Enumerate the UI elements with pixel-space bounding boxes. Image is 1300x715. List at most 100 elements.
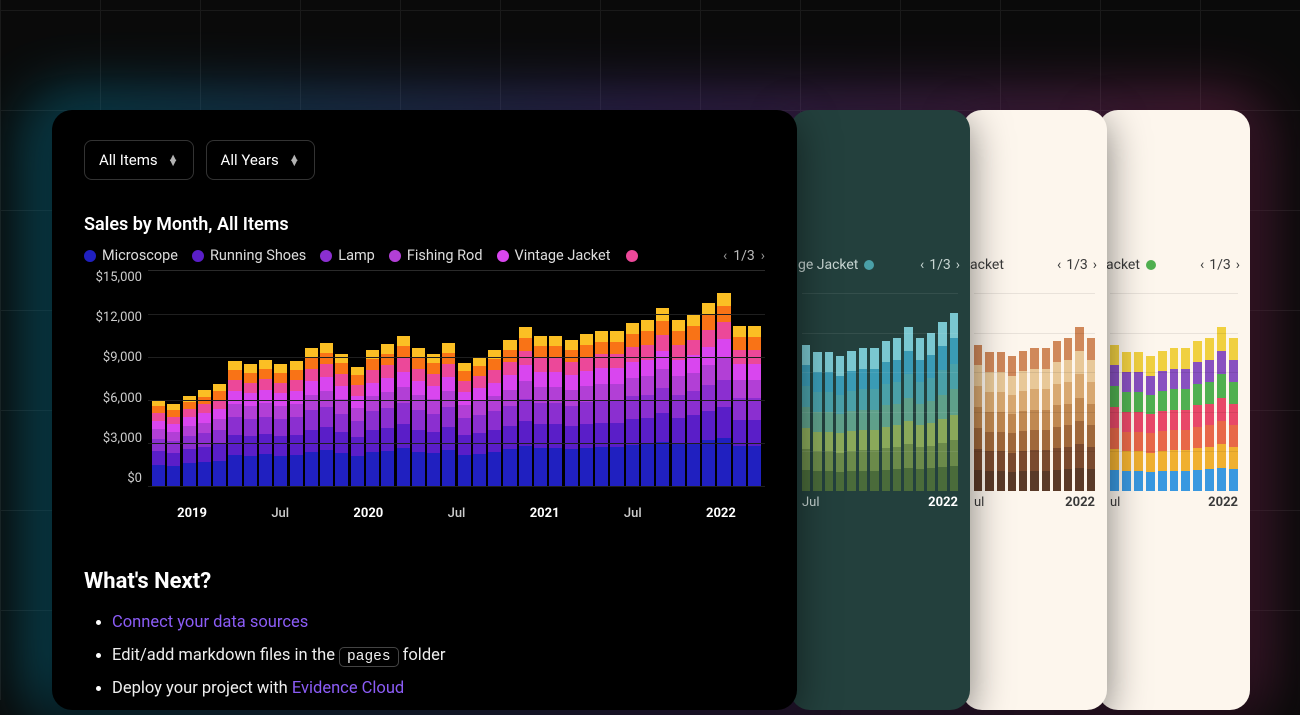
bar[interactable] <box>836 356 844 491</box>
bar-segment <box>366 396 379 411</box>
bar[interactable] <box>916 338 924 491</box>
mini-legend: ge Jacket ‹ 1/3 › <box>790 110 970 273</box>
bar-segment <box>198 462 211 486</box>
pager-next-icon[interactable]: › <box>956 257 960 273</box>
legend-item[interactable]: Running Shoes <box>192 247 306 264</box>
bar-segment <box>717 380 730 407</box>
bar[interactable] <box>335 354 348 486</box>
evidence-cloud-link[interactable]: Evidence Cloud <box>292 679 404 698</box>
bar[interactable] <box>859 348 867 491</box>
bar[interactable] <box>1110 344 1119 491</box>
bar[interactable] <box>813 352 821 491</box>
pager-next-icon[interactable]: › <box>761 248 765 264</box>
bar[interactable] <box>503 340 516 486</box>
filter-items-dropdown[interactable]: All Items ▲▼ <box>84 140 194 180</box>
bar[interactable] <box>534 336 547 487</box>
bar[interactable] <box>610 331 623 486</box>
bar[interactable] <box>320 343 333 486</box>
bar[interactable] <box>412 348 425 486</box>
bar-segment <box>580 357 593 371</box>
bar[interactable] <box>1075 327 1083 491</box>
bar[interactable] <box>870 348 878 491</box>
legend-item[interactable]: Microscope <box>84 247 178 264</box>
bar[interactable] <box>1087 338 1095 491</box>
legend-label: Microscope <box>102 247 178 264</box>
bar[interactable] <box>1064 338 1072 491</box>
pager-next-icon[interactable]: › <box>1093 257 1097 273</box>
bar[interactable] <box>672 320 685 486</box>
bar[interactable] <box>985 352 993 491</box>
bar[interactable] <box>1193 341 1202 491</box>
bar[interactable] <box>717 293 730 487</box>
bar[interactable] <box>1229 338 1238 491</box>
bar[interactable] <box>351 367 364 486</box>
bar[interactable] <box>1053 341 1061 491</box>
bar[interactable] <box>641 320 654 486</box>
legend-dot-icon <box>497 250 509 262</box>
connect-data-link[interactable]: Connect your data sources <box>112 613 308 632</box>
bar-segment <box>565 350 578 362</box>
legend-item[interactable]: Lamp <box>320 247 375 264</box>
bar[interactable] <box>473 357 486 486</box>
bar[interactable] <box>974 344 982 491</box>
bar[interactable] <box>802 344 810 491</box>
filter-years-dropdown[interactable]: All Years ▲▼ <box>206 140 315 180</box>
bar[interactable] <box>290 361 303 486</box>
bar-segment <box>610 401 623 423</box>
bar[interactable] <box>893 338 901 491</box>
pager-prev-icon[interactable]: ‹ <box>1200 257 1204 273</box>
bar[interactable] <box>198 390 211 486</box>
bar[interactable] <box>1181 348 1190 491</box>
bar[interactable] <box>442 343 455 486</box>
bar[interactable] <box>1042 348 1050 491</box>
bar-segment <box>549 336 562 347</box>
bar[interactable] <box>1030 348 1038 491</box>
bar-segment <box>733 337 746 350</box>
bar[interactable] <box>565 340 578 486</box>
bar[interactable] <box>733 325 746 486</box>
bar[interactable] <box>366 350 379 486</box>
bar[interactable] <box>274 364 287 486</box>
bar[interactable] <box>183 396 196 486</box>
bar[interactable] <box>1134 352 1143 491</box>
bar[interactable] <box>244 364 257 486</box>
pager-label: 1/3 <box>929 257 951 273</box>
bar[interactable] <box>904 327 912 491</box>
bar[interactable] <box>549 336 562 487</box>
bar[interactable] <box>259 360 272 486</box>
bar[interactable] <box>997 352 1005 491</box>
bar[interactable] <box>702 303 715 486</box>
bar[interactable] <box>882 341 890 491</box>
pager-prev-icon[interactable]: ‹ <box>920 257 924 273</box>
bar[interactable] <box>938 322 946 491</box>
bar[interactable] <box>748 325 761 486</box>
bar[interactable] <box>1146 356 1155 491</box>
bar[interactable] <box>397 336 410 487</box>
bar[interactable] <box>519 327 532 486</box>
bar[interactable] <box>458 363 471 486</box>
bar[interactable] <box>1122 352 1131 491</box>
bar[interactable] <box>595 331 608 486</box>
bar[interactable] <box>950 313 958 491</box>
bar[interactable] <box>228 361 241 486</box>
bar[interactable] <box>305 348 318 486</box>
bar[interactable] <box>1170 348 1179 491</box>
pager-next-icon[interactable]: › <box>1236 257 1240 273</box>
pager-prev-icon[interactable]: ‹ <box>1057 257 1061 273</box>
legend-item[interactable]: Vintage Jacket <box>497 247 611 264</box>
bar[interactable] <box>167 404 180 486</box>
bar[interactable] <box>656 308 669 486</box>
pager-prev-icon[interactable]: ‹ <box>723 248 727 264</box>
bar-segment <box>534 403 547 424</box>
bar-segment <box>687 314 700 326</box>
bar[interactable] <box>1205 338 1214 491</box>
legend-item[interactable]: Fishing Rod <box>389 247 483 264</box>
bar[interactable] <box>825 352 833 491</box>
bar[interactable] <box>427 354 440 486</box>
bar[interactable] <box>381 344 394 486</box>
bar[interactable] <box>488 350 501 486</box>
bar-segment <box>519 365 532 381</box>
bar[interactable] <box>1008 356 1016 491</box>
bar[interactable] <box>1217 327 1226 491</box>
bar[interactable] <box>626 323 639 486</box>
